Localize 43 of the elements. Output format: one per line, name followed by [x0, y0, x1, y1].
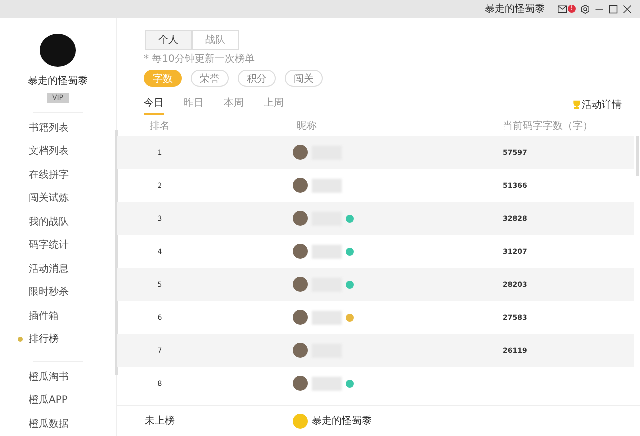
maximize-icon[interactable] — [609, 4, 618, 14]
rank-cell-text: 未上榜 — [144, 414, 176, 428]
user-name[interactable]: 暴走的怪蜀黍 — [485, 2, 545, 16]
category-pill[interactable]: 积分 — [238, 70, 276, 87]
sidebar-item[interactable]: 书籍列表 — [18, 116, 98, 140]
sidebar-item[interactable]: 码字统计 — [18, 234, 98, 258]
sidebar-item[interactable]: 活动消息 — [18, 258, 98, 281]
sidebar-link[interactable]: 橙瓜数据 — [18, 412, 98, 436]
user-name: 暴走的怪蜀黍 — [312, 414, 372, 428]
avatar-placeholder — [293, 145, 308, 160]
sidebar-item[interactable]: 在线拼字 — [18, 164, 98, 187]
avatar-placeholder — [293, 178, 308, 193]
scope-tab[interactable]: 个人 — [145, 30, 192, 50]
sidebar-item[interactable]: 插件箱 — [18, 304, 98, 328]
category-pill[interactable]: 闯关 — [285, 70, 323, 87]
category-pill[interactable]: 荣誉 — [191, 70, 229, 87]
scrollbar[interactable] — [636, 136, 639, 176]
avatar-placeholder — [293, 277, 308, 292]
sidebar-item[interactable]: 排行榜 — [18, 328, 98, 352]
period-tab[interactable]: 今日 — [144, 96, 164, 114]
sidebar-item[interactable]: 限时秒杀 — [18, 281, 98, 304]
avatar-placeholder — [293, 310, 308, 325]
avatar-placeholder — [40, 34, 76, 66]
trophy-icon — [572, 100, 582, 110]
column-header: 排名 — [149, 120, 171, 133]
activity-link[interactable]: 活动详情 — [582, 98, 622, 112]
settings-icon[interactable] — [581, 4, 590, 14]
avatar-placeholder — [293, 376, 308, 391]
sidebar-item[interactable]: 文档列表 — [18, 140, 98, 164]
mail-icon[interactable] — [558, 4, 567, 14]
column-header: 当前码字字数（字） — [502, 120, 594, 133]
avatar-placeholder — [293, 244, 308, 259]
sidebar-item[interactable]: 我的战队 — [18, 210, 98, 234]
sidebar-link[interactable]: 橙瓜APP — [18, 389, 98, 412]
sidebar-item[interactable]: 闯关试炼 — [18, 187, 98, 210]
sidebar-link[interactable]: 橙瓜淘书 — [18, 366, 98, 389]
avatar-placeholder — [293, 414, 308, 428]
update-note: * 每10分钟更新一次榜单 — [144, 52, 256, 66]
close-icon[interactable] — [623, 4, 632, 14]
avatar-placeholder — [293, 211, 308, 226]
user-name: 暴走的怪蜀黍 — [28, 74, 88, 88]
column-header: 昵称 — [296, 120, 318, 133]
avatar-placeholder — [293, 343, 308, 358]
